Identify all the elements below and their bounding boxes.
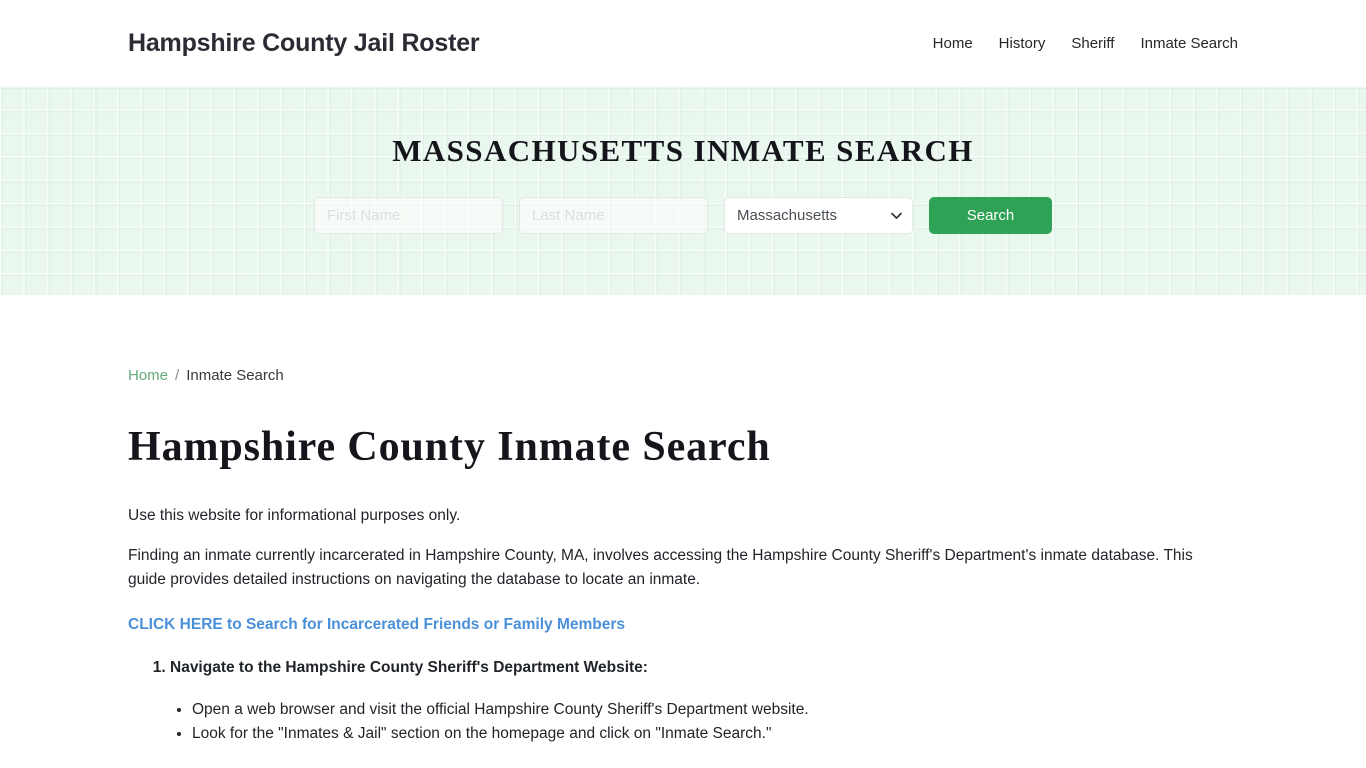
breadcrumb: Home / Inmate Search [128, 295, 1238, 384]
nav-item-sheriff[interactable]: Sheriff [1071, 35, 1114, 52]
breadcrumb-separator: / [175, 367, 180, 384]
state-select[interactable]: Massachusetts [724, 197, 913, 234]
inmate-search-cta-link[interactable]: CLICK HERE to Search for Incarcerated Fr… [128, 616, 625, 634]
step-1-label: Navigate to the Hampshire County Sheriff… [170, 659, 648, 677]
first-name-input[interactable] [314, 197, 503, 234]
state-select-wrapper: Massachusetts [724, 197, 913, 234]
breadcrumb-current: Inmate Search [186, 367, 284, 384]
breadcrumb-home-link[interactable]: Home [128, 367, 168, 384]
nav-item-home[interactable]: Home [933, 35, 973, 52]
list-item: Open a web browser and visit the officia… [192, 698, 1238, 722]
instruction-steps-list: Navigate to the Hampshire County Sheriff… [128, 656, 1238, 768]
search-button[interactable]: Search [929, 197, 1052, 234]
list-item: Look for the "Inmates & Jail" section on… [192, 722, 1238, 746]
intro-paragraph: Use this website for informational purpo… [128, 507, 461, 525]
site-header: Hampshire County Jail Roster Home Histor… [0, 0, 1366, 86]
hero-search-banner: MASSACHUSETTS INMATE SEARCH Massachusett… [0, 86, 1366, 295]
step-1-bullet-list: Open a web browser and visit the officia… [170, 698, 1238, 746]
nav-item-history[interactable]: History [999, 35, 1046, 52]
main-navigation: Home History Sheriff Inmate Search [933, 35, 1238, 52]
page-title: Hampshire County Inmate Search [128, 424, 771, 470]
inmate-search-form: Massachusetts Search [314, 197, 1052, 234]
site-brand-title[interactable]: Hampshire County Jail Roster [128, 29, 480, 58]
last-name-input[interactable] [519, 197, 708, 234]
nav-item-inmate-search[interactable]: Inmate Search [1140, 35, 1238, 52]
main-content: Home / Inmate Search Hampshire County In… [0, 295, 1366, 768]
step-item-1: Navigate to the Hampshire County Sheriff… [170, 656, 1238, 746]
description-paragraph: Finding an inmate currently incarcerated… [128, 547, 1193, 589]
hero-title: MASSACHUSETTS INMATE SEARCH [392, 133, 974, 168]
